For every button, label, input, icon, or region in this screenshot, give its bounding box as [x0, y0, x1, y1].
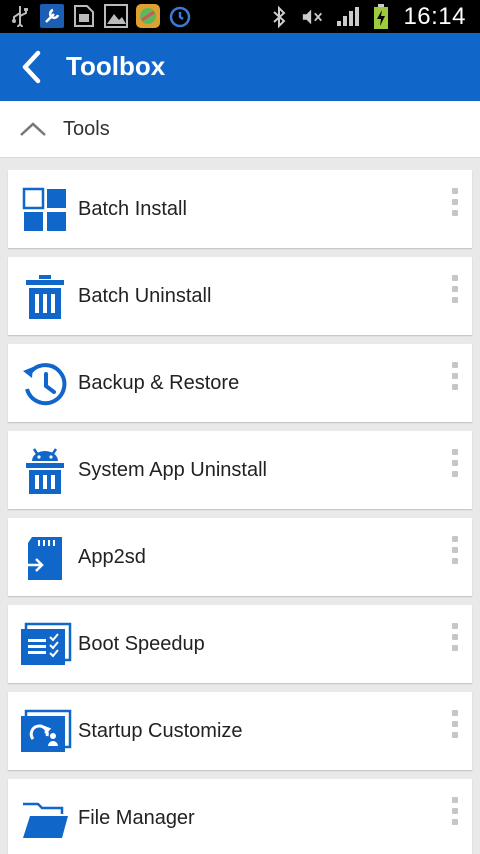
tool-label: Batch Install — [78, 198, 187, 220]
image-notification-icon — [104, 4, 128, 28]
grid-icon — [22, 187, 66, 231]
tools-section-header[interactable]: Tools — [0, 101, 480, 158]
mute-icon — [301, 5, 325, 29]
tool-label: Boot Speedup — [78, 633, 205, 655]
tool-file-manager[interactable]: File Manager — [8, 779, 472, 854]
sdcard-icon — [24, 537, 62, 580]
tool-label: Batch Uninstall — [78, 285, 212, 307]
back-button[interactable] — [18, 50, 48, 84]
app-notification-icon — [136, 4, 160, 28]
tool-startup-customize[interactable]: Startup Customize — [8, 692, 472, 770]
tool-batch-uninstall[interactable]: Batch Uninstall — [8, 257, 472, 335]
android-trash-icon — [26, 448, 64, 494]
status-bar: 16:14 — [0, 0, 480, 33]
startup-icon — [21, 709, 72, 752]
tool-boot-speedup[interactable]: Boot Speedup — [8, 605, 472, 683]
usb-icon — [8, 4, 32, 28]
trash-icon — [26, 275, 64, 319]
tool-backup-restore[interactable]: Backup & Restore — [8, 344, 472, 422]
more-vert-icon[interactable] — [448, 449, 462, 477]
boot-list-icon — [21, 622, 72, 665]
more-vert-icon[interactable] — [448, 188, 462, 216]
alarm-sync-icon — [168, 4, 192, 28]
folder-icon — [23, 802, 68, 838]
more-vert-icon[interactable] — [448, 536, 462, 564]
tool-label: System App Uninstall — [78, 459, 267, 481]
section-label: Tools — [63, 118, 110, 140]
more-vert-icon[interactable] — [448, 710, 462, 738]
more-vert-icon[interactable] — [448, 275, 462, 303]
wrench-notification-icon — [40, 4, 64, 28]
tool-batch-install[interactable]: Batch Install — [8, 170, 472, 248]
signal-icon — [335, 5, 360, 29]
chevron-up-icon — [20, 122, 46, 136]
tool-label: Startup Customize — [78, 720, 243, 742]
battery-icon — [369, 4, 393, 29]
tool-label: File Manager — [78, 807, 195, 829]
more-vert-icon[interactable] — [448, 623, 462, 651]
clock-restore-icon — [23, 363, 67, 406]
app-bar: Toolbox — [0, 33, 480, 101]
sim-card-icon — [72, 4, 96, 28]
tool-label: Backup & Restore — [78, 372, 240, 394]
tool-system-app-uninstall[interactable]: System App Uninstall — [8, 431, 472, 509]
tool-label: App2sd — [78, 546, 146, 568]
page-title: Toolbox — [66, 51, 166, 81]
chevron-left-icon — [22, 50, 41, 84]
more-vert-icon[interactable] — [448, 362, 462, 390]
bluetooth-icon — [267, 5, 291, 29]
tool-app2sd[interactable]: App2sd — [8, 518, 472, 596]
more-vert-icon[interactable] — [448, 797, 462, 825]
status-clock: 16:14 — [403, 3, 466, 30]
